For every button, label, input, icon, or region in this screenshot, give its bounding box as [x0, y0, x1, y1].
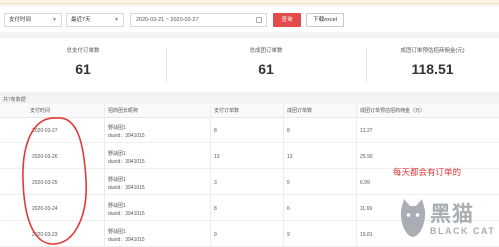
date-range-value: 2020-03-21 ~ 2020-03-27	[136, 17, 199, 23]
group-orders: 5	[287, 180, 290, 186]
leader-duoid: duoid：3941015	[108, 133, 145, 139]
handwritten-note: 每天都会有订单的	[393, 167, 462, 177]
time-type-value: 支付时间	[9, 17, 32, 23]
paid-orders: 8	[214, 128, 217, 134]
total-count-text: 共7条数据	[3, 97, 26, 103]
leader-duoid: duoid：3941015	[108, 159, 145, 165]
column-header: 成团订单数	[287, 108, 313, 114]
query-button[interactable]: 查询	[273, 13, 301, 27]
chevron-down-icon: ▼	[52, 17, 57, 23]
stats-panel: 总支付订单数 61 总成团订单数 61 成团订单预估招商佣金(元) 118.51	[0, 38, 499, 92]
pay-date: 2020-03-25	[32, 180, 58, 186]
stat-value: 61	[258, 61, 274, 77]
table-header: 支付时间 招商团长昵称 支付订单数 成团订单数 成团订单预估招商佣金（元）	[0, 104, 499, 118]
leader-duoid: duoid：3941015	[108, 185, 145, 191]
watermark-subtitle: BLACK CAT	[430, 226, 496, 236]
stat-estimated-commission: 成团订单预估招商佣金(元) 118.51	[366, 38, 499, 92]
range-preset-value: 最近7天	[71, 17, 91, 23]
leader-duoid: duoid：3941015	[108, 237, 145, 243]
stat-label: 总成团订单数	[249, 48, 283, 54]
leader-duoid: duoid：3941015	[108, 211, 145, 217]
pay-date: 2020-03-27	[32, 128, 58, 134]
pay-date: 2020-03-23	[32, 232, 58, 238]
stat-total-paid-orders: 总支付订单数 61	[0, 38, 166, 92]
paid-orders: 8	[214, 206, 217, 212]
pay-date: 2020-03-24	[32, 206, 58, 212]
notice-strip	[0, 0, 499, 4]
watermark: 黑猫 BLACK CAT	[398, 196, 498, 244]
export-excel-button[interactable]: 下载excel	[306, 13, 344, 27]
paid-orders: 13	[214, 154, 220, 160]
paid-orders: 3	[214, 180, 217, 186]
group-orders: 8	[287, 128, 290, 134]
column-header: 招商团长昵称	[108, 108, 139, 114]
column-header[interactable]: 支付时间	[30, 104, 50, 118]
group-orders: 13	[287, 154, 293, 160]
stat-total-group-orders: 总成团订单数 61	[166, 38, 366, 92]
stat-value: 61	[75, 61, 91, 77]
stat-value: 118.51	[411, 61, 454, 77]
range-preset-select[interactable]: 最近7天 ▼	[66, 13, 124, 27]
commission: 13.27	[360, 128, 373, 134]
commission: 11.69	[360, 206, 373, 212]
calendar-icon	[256, 17, 262, 23]
chevron-down-icon: ▼	[114, 17, 119, 23]
filter-bar: 支付时间 ▼ 最近7天 ▼ 2020-03-21 ~ 2020-03-27 查询…	[0, 6, 499, 32]
commission: 19.81	[360, 232, 373, 238]
stat-label: 成团订单预估招商佣金(元)	[400, 48, 465, 54]
leader-name: 野战团1	[108, 203, 126, 209]
leader-name: 野战团1	[108, 125, 126, 131]
group-orders: 6	[287, 206, 290, 212]
watermark-title: 黑猫	[430, 203, 474, 226]
paid-orders: 9	[214, 232, 217, 238]
table-row: 2020-03-27 野战团1 duoid：3941015 8 8 13.27	[0, 118, 499, 143]
leader-name: 野战团1	[108, 151, 126, 157]
leader-name: 野战团1	[108, 177, 126, 183]
column-header: 支付订单数	[214, 108, 240, 114]
cat-logo-icon	[400, 199, 426, 237]
column-header: 成团订单预估招商佣金（元）	[360, 108, 426, 114]
commission: 6.99	[360, 180, 370, 186]
stat-label: 总支付订单数	[66, 48, 100, 54]
pay-date: 2020-03-26	[32, 154, 58, 160]
time-type-select[interactable]: 支付时间 ▼	[4, 13, 62, 27]
commission: 25.90	[360, 154, 373, 160]
group-orders: 9	[287, 232, 290, 238]
date-range-picker[interactable]: 2020-03-21 ~ 2020-03-27	[130, 13, 267, 27]
leader-name: 野战团1	[108, 229, 126, 235]
